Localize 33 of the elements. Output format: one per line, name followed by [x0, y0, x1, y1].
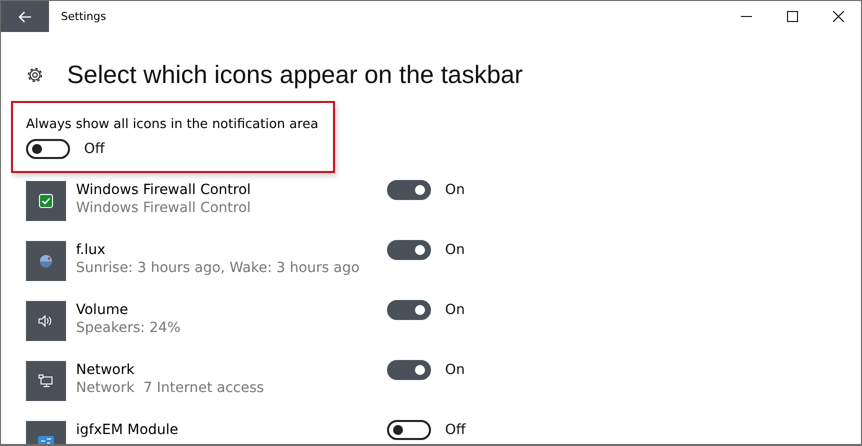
- toggle-state: Off: [84, 141, 105, 157]
- app-icon: [26, 301, 66, 341]
- app-name: Volume: [76, 301, 130, 319]
- toggle-switch[interactable]: [26, 139, 70, 159]
- toggle-switch[interactable]: [387, 360, 431, 380]
- app-name: f.lux: [76, 241, 106, 259]
- app-status: Sunrise: 3 hours ago, Wake: 3 hours ago: [76, 259, 361, 278]
- back-button[interactable]: [1, 1, 49, 32]
- toggle-state: On: [445, 302, 465, 318]
- app-name: Windows Firewall Control: [76, 181, 252, 199]
- back-arrow-icon: [18, 10, 32, 22]
- page-heading: Select which icons appear on the taskbar: [67, 60, 523, 90]
- toggle-switch[interactable]: [387, 420, 431, 440]
- toggle-state: On: [445, 242, 465, 258]
- app-status: Windows Firewall Control: [76, 199, 252, 218]
- toggle-switch[interactable]: [387, 180, 431, 200]
- setting-label: Always show all icons in the notification area: [26, 117, 320, 132]
- maximize-icon: [786, 11, 798, 22]
- toggle-state: On: [445, 182, 465, 198]
- close-icon: [832, 11, 844, 22]
- app-name: igfxEM Module: [76, 421, 180, 439]
- toggle-switch[interactable]: [387, 240, 431, 260]
- settings-icon: [25, 65, 45, 85]
- toggle-switch[interactable]: [387, 300, 431, 320]
- app-name: Network: [76, 361, 136, 379]
- toggle-state: Off: [445, 422, 466, 438]
- window-title: Settings: [61, 10, 108, 23]
- app-status: Network 7 Internet access: [76, 379, 265, 398]
- app-status: Speakers: 24%: [76, 319, 182, 338]
- app-icon: [26, 241, 66, 281]
- toggle-state: On: [445, 362, 465, 378]
- app-icon: [26, 181, 66, 221]
- app-icon: [26, 361, 66, 401]
